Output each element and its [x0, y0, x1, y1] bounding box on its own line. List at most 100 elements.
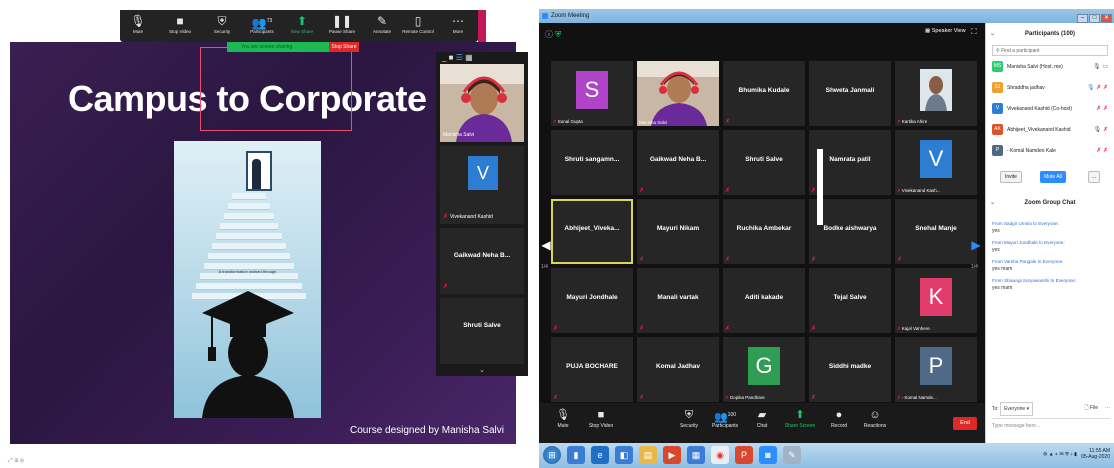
participant-tile[interactable]: PUJA BOCHARE ✗ [551, 337, 633, 402]
video-tile-vivekanand[interactable]: V ✗ Vivekanand Kashid [440, 146, 524, 224]
mute-button[interactable]: 🎙 Mute [543, 407, 583, 429]
recipient-select[interactable]: Everyone ▾ [1000, 402, 1034, 416]
file-button[interactable]: 🗋 File [1085, 402, 1098, 414]
participant-tile[interactable]: Mayuri Jondhale ✗ [551, 268, 633, 333]
more-button[interactable]: ⋯ More [440, 13, 476, 34]
participant-tile[interactable]: Ruchika Ambekar ✗ [723, 199, 805, 264]
participant-name-tag: ✗Kartika Ahire [897, 119, 928, 124]
annotate-button[interactable]: ✎ Annotate [364, 13, 400, 34]
speaker-view-button[interactable]: ▦ Speaker View [925, 28, 966, 34]
participant-tile[interactable]: Shruti sangamn... [551, 130, 633, 195]
start-button-icon[interactable]: ⊞ [543, 446, 561, 464]
fullscreen-icon[interactable]: ⛶ [971, 27, 977, 37]
reactions-icon: ☺ [869, 409, 881, 421]
participant-row[interactable]: P - Komal Namdeo Kale ✗ ✗ [986, 142, 1114, 161]
previous-page-arrow-icon[interactable]: ◀ [539, 230, 553, 260]
taskbar-app-icon[interactable]: ▮ [567, 446, 585, 464]
participants-button[interactable]: 👥73 Participants [244, 13, 280, 34]
stop-video-button[interactable]: ■ Stop Video [162, 13, 198, 34]
participant-row[interactable]: V Vivekanand Kashid (Co-host) ✗ ✗ [986, 100, 1114, 119]
chrome-icon[interactable]: ◉ [711, 446, 729, 464]
participant-tile[interactable]: Manali vartak ✗ [637, 268, 719, 333]
participant-tile[interactable]: Snehal Manje ✗ [895, 199, 977, 264]
participant-name: Manali vartak [657, 294, 699, 301]
participant-tile[interactable]: ✗Kartika Ahire [895, 61, 977, 126]
new-share-button[interactable]: ⬆ New Share [284, 13, 320, 34]
participant-row[interactable]: SJ Shraddha jadhav 🎙 ✗ ✗ [986, 79, 1114, 98]
participants-button[interactable]: 👥100 Participants [705, 407, 745, 429]
mute-button[interactable]: 🎙 Mute [120, 13, 156, 34]
window-controls: – □ ✕ [1076, 11, 1112, 23]
internet-explorer-icon[interactable]: e [591, 446, 609, 464]
reactions-button[interactable]: ☺ Reactions [855, 407, 895, 429]
mute-all-button[interactable]: Mute All [1040, 171, 1066, 183]
stop-share-button[interactable]: Stop Share [329, 42, 359, 52]
close-button[interactable]: ✕ [1101, 14, 1112, 23]
stop-video-button[interactable]: ■ Stop Video [581, 407, 621, 429]
powerpoint-icon[interactable]: P [735, 446, 753, 464]
participant-tile[interactable]: Shruti Salve ✗ [723, 130, 805, 195]
participant-tile[interactable]: V ✗Vivekanand Kash... [895, 130, 977, 195]
pause-share-button[interactable]: ❚❚ Pause Share [324, 13, 360, 34]
muted-mic-icon: ✗ [811, 257, 817, 263]
collapse-chevron-icon[interactable]: ⌄ [990, 23, 995, 45]
participant-name: Aditi kakade [744, 294, 784, 301]
file-explorer-icon[interactable]: ▤ [639, 446, 657, 464]
participant-row[interactable]: MS Manisha Salvi (Host, me) 🎙 ▭ [986, 58, 1114, 77]
participant-tile[interactable]: G ✗Gopika Pandhare [723, 337, 805, 402]
share-screen-button[interactable]: ⬆ Share Screen [780, 407, 820, 429]
video-tile-manisha[interactable]: Manisha Salvi [440, 64, 524, 142]
tray-icons[interactable]: ⚙ ▲ ◐ ✉ ⛨ ♪ ▮ [1043, 451, 1080, 457]
participant-tile[interactable]: Tejal Salve ✗ [809, 268, 891, 333]
panel-view-controls[interactable]: _ ■ ☰ ▦ [436, 52, 528, 64]
participant-tile[interactable]: K ✗Kajal Vanhere [895, 268, 977, 333]
video-tile-shruti[interactable]: Shruti Salve [440, 298, 524, 364]
zoom-meeting-window: Zoom Meeting – □ ✕ ⓘ ⛨ ▦ Speaker View ⛶ S ✗… [539, 9, 1114, 468]
participant-row[interactable]: AK Abhijeet_Vivekanand Kashid 🎙 ✗ [986, 121, 1114, 140]
record-button[interactable]: ● Record [819, 407, 859, 429]
participant-avatar: V [992, 103, 1003, 115]
security-button[interactable]: ⛨ Security [669, 407, 709, 429]
invite-button[interactable]: Invite [1000, 171, 1022, 183]
taskbar-app-icon[interactable]: ✎ [783, 446, 801, 464]
remote-control-button[interactable]: ▯ Remote Control [400, 13, 436, 34]
chat-button[interactable]: ▰ Chat [742, 407, 782, 429]
participant-name: Bodke aishwarya [823, 225, 877, 232]
muted-mic-icon: ✗ [897, 257, 903, 263]
participant-tile[interactable]: S ✗Sonal Gupta [551, 61, 633, 126]
participant-tile[interactable]: Abhijeet_Viveka... [551, 199, 633, 264]
participant-tile[interactable]: Komal Jadhav ✗ [637, 337, 719, 402]
participant-name: Abhijeet_Viveka... [564, 225, 620, 232]
participants-count: 73 [266, 18, 273, 24]
participants-header: ⌄ Participants (100) [986, 23, 1114, 45]
collapse-chevron-icon[interactable]: ⌄ [990, 193, 995, 213]
security-button[interactable]: ⛨ Security [204, 13, 240, 34]
participant-tile[interactable]: Siddhi madke ✗ [809, 337, 891, 402]
participant-tile[interactable]: Mayuri Nikam ✗ [637, 199, 719, 264]
participant-tile[interactable]: Bhumika Kudale ✗ [723, 61, 805, 126]
page-indicator-left: 1/4 [541, 264, 548, 270]
taskbar-app-icon[interactable]: ▦ [687, 446, 705, 464]
gallery-view: ⓘ ⛨ ▦ Speaker View ⛶ S ✗Sonal Gupta Manish… [539, 23, 985, 403]
next-page-arrow-icon[interactable]: ▶ [969, 230, 983, 260]
chat-more-icon[interactable]: ⋯ [1105, 402, 1110, 414]
info-icon[interactable]: ⓘ ⛨ [545, 29, 561, 40]
participant-tile[interactable]: Manisha Salvi [637, 61, 719, 126]
participant-list: MS Manisha Salvi (Host, me) 🎙 ▭ SJ Shraddha … [986, 58, 1114, 161]
more-options-button[interactable]: ... [1088, 171, 1100, 183]
participant-tile[interactable]: P ✗- Komal Namde... [895, 337, 977, 402]
participant-search-input[interactable]: ⚲ Find a participant [992, 45, 1108, 56]
participant-tile[interactable]: Shweta Janmali [809, 61, 891, 126]
media-player-icon[interactable]: ▶ [663, 446, 681, 464]
participant-tile[interactable]: Gaikwad Neha B... ✗ [637, 130, 719, 195]
maximize-button[interactable]: □ [1089, 14, 1100, 23]
taskbar-app-icon[interactable]: ◧ [615, 446, 633, 464]
video-tile-gaikwad[interactable]: Gaikwad Neha B... ✗ [440, 228, 524, 294]
chevron-down-icon[interactable]: ⌄ [436, 366, 528, 374]
chat-message-input[interactable]: Type message here... [992, 418, 1110, 438]
webcam-photo [637, 61, 719, 126]
minimize-button[interactable]: – [1077, 14, 1088, 23]
participant-tile[interactable]: Aditi kakade ✗ [723, 268, 805, 333]
end-meeting-button[interactable]: End [953, 417, 977, 430]
zoom-taskbar-icon[interactable]: ◙ [759, 446, 777, 464]
